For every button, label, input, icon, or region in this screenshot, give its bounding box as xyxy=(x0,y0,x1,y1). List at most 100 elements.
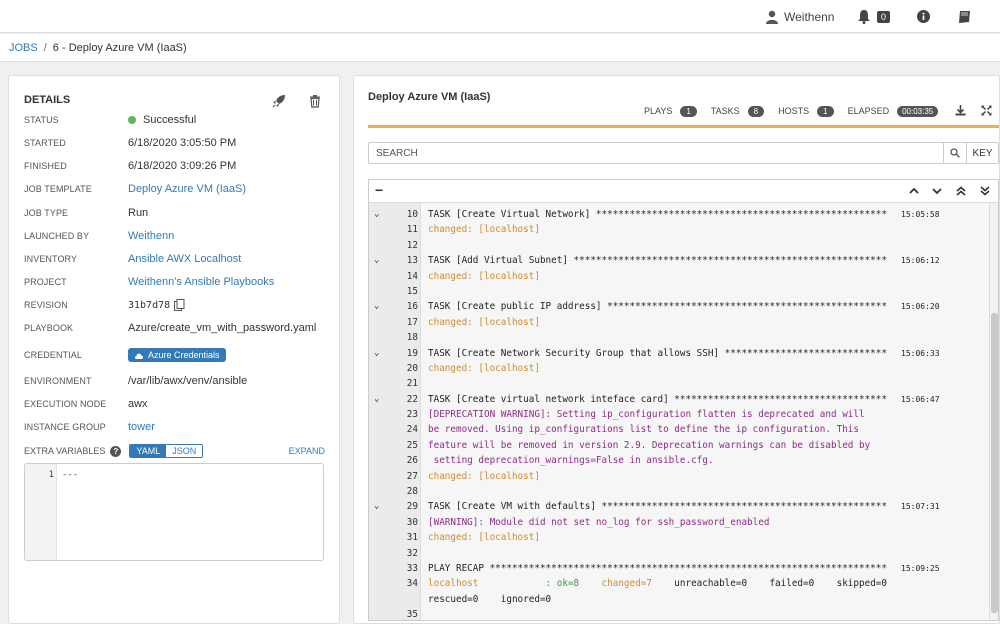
search-input[interactable]: SEARCH xyxy=(368,142,944,164)
output-line: ⌄ 13 TASK [Add Virtual Subnet] ***********… xyxy=(369,253,989,268)
extra-variables-label: EXTRA VARIABLES xyxy=(24,446,106,456)
project-link[interactable]: Weithenn's Ansible Playbooks xyxy=(128,276,274,288)
detail-credential-row: CREDENTIAL Azure Credentials xyxy=(24,347,334,363)
detail-value: 6/18/2020 3:05:50 PM xyxy=(128,137,237,149)
output-line: 23 [DEPRECATION WARNING]: Setting ip_conf… xyxy=(369,407,989,422)
info-icon xyxy=(917,10,930,23)
credential-tag[interactable]: Azure Credentials xyxy=(128,348,226,362)
detail-launched-by-row: LAUNCHED BY Weithenn xyxy=(24,228,334,244)
yaml-toggle-button[interactable]: YAML xyxy=(130,445,167,457)
breadcrumb-jobs-link[interactable]: JOBS xyxy=(9,42,38,54)
recap-text: localhost : ok=8 changed=7 unreachable=0… xyxy=(428,576,887,591)
chevron-down-icon[interactable] xyxy=(931,186,943,196)
search-icon xyxy=(950,148,960,158)
detail-label: JOB TYPE xyxy=(24,208,69,218)
chevron-up-icon[interactable] xyxy=(908,186,920,196)
key-button[interactable]: KEY xyxy=(966,142,999,164)
help-icon[interactable]: ? xyxy=(110,445,122,457)
line-number: 12 xyxy=(406,239,418,251)
plays-count-badge: 1 xyxy=(680,105,697,117)
line-number: 22 xyxy=(406,393,418,405)
output-line: 18 xyxy=(369,330,989,345)
task-timestamp: 15:06:47 xyxy=(901,394,940,404)
line-text: changed: [localhost] xyxy=(428,470,540,482)
tasks-count-badge: 8 xyxy=(747,105,765,117)
plays-label: PLAYS xyxy=(644,106,673,116)
output-lines: ⌄ 10 TASK [Create Virtual Network] *******… xyxy=(369,207,989,620)
detail-value: Run xyxy=(128,207,149,219)
fold-chevron-icon[interactable]: ⌄ xyxy=(374,299,384,314)
breadcrumb-current: 6 - Deploy Azure VM (IaaS) xyxy=(52,41,187,54)
output-scrollbar[interactable] xyxy=(989,203,998,620)
detail-label: INVENTORY xyxy=(24,254,78,264)
fold-chevron-icon[interactable]: ⌄ xyxy=(374,253,384,268)
user-menu[interactable]: Weithenn xyxy=(766,0,834,33)
output-line: 27 changed: [localhost] xyxy=(369,469,989,484)
detail-label: INSTANCE GROUP xyxy=(24,422,106,432)
delete-trash-icon[interactable] xyxy=(308,94,322,108)
relaunch-rocket-icon[interactable] xyxy=(272,94,286,108)
about-button[interactable] xyxy=(917,0,930,33)
fold-chevron-icon[interactable]: ⌄ xyxy=(374,499,384,514)
documentation-button[interactable] xyxy=(958,0,971,33)
breadcrumb-separator: / xyxy=(43,41,47,54)
detail-finished-row: FINISHED 6/18/2020 3:09:26 PM xyxy=(24,158,334,174)
detail-label: LAUNCHED BY xyxy=(24,231,90,241)
detail-project-row: PROJECT Weithenn's Ansible Playbooks xyxy=(24,274,334,290)
output-line: 35 xyxy=(369,607,989,620)
line-text: be removed. Using ip_configurations list… xyxy=(428,424,859,436)
instance-group-link[interactable]: tower xyxy=(128,421,155,433)
line-number: 31 xyxy=(406,532,418,544)
job-output-panel: Deploy Azure VM (IaaS) PLAYS 1 TASKS 8 H… xyxy=(353,75,1000,624)
line-text: [WARNING]: Module did not set no_log for… xyxy=(428,516,770,528)
fold-chevron-icon[interactable]: ⌄ xyxy=(374,207,384,222)
detail-label: CREDENTIAL xyxy=(24,350,83,360)
output-line: 30 [WARNING]: Module did not set no_log f… xyxy=(369,515,989,530)
line-number: 34 xyxy=(406,578,418,590)
extra-variables-header: EXTRA VARIABLES ? YAML JSON EXPAND xyxy=(24,443,325,459)
detail-status-row: STATUS Successful xyxy=(24,112,334,128)
line-number: 20 xyxy=(406,362,418,374)
fold-chevron-icon[interactable]: ⌄ xyxy=(374,392,384,407)
output-line: 34 localhost : ok=8 changed=7 unreachable… xyxy=(369,576,989,591)
detail-value: 6/18/2020 3:09:26 PM xyxy=(128,160,237,172)
launched-by-link[interactable]: Weithenn xyxy=(128,230,174,242)
notifications-button[interactable]: 0 xyxy=(857,0,891,33)
line-number: 14 xyxy=(406,270,418,282)
line-text: changed: [localhost] xyxy=(428,270,540,282)
fullscreen-icon[interactable] xyxy=(981,105,992,116)
output-line: 32 xyxy=(369,546,989,561)
collapse-all-button[interactable]: − xyxy=(375,182,383,198)
download-icon[interactable] xyxy=(955,105,966,116)
editor-line-number: 1 xyxy=(48,470,54,480)
detail-job-type-row: JOB TYPE Run xyxy=(24,205,334,221)
output-line: ⌄ 29 TASK [Create VM with defaults] ******… xyxy=(369,499,989,514)
json-toggle-button[interactable]: JSON xyxy=(166,445,203,457)
inventory-link[interactable]: Ansible AWX Localhost xyxy=(128,253,241,265)
task-timestamp: 15:05:58 xyxy=(901,210,940,219)
line-number: 18 xyxy=(406,332,418,344)
output-line: ⌄ 16 TASK [Create public IP address] *****… xyxy=(369,299,989,314)
line-number: 33 xyxy=(406,562,418,574)
job-template-link[interactable]: Deploy Azure VM (IaaS) xyxy=(128,183,246,195)
line-text: [DEPRECATION WARNING]: Setting ip_config… xyxy=(428,409,865,421)
scrollbar-thumb[interactable] xyxy=(991,313,998,613)
extra-variables-editor[interactable]: 1 --- xyxy=(24,463,324,561)
double-chevron-up-icon[interactable] xyxy=(955,186,967,196)
double-chevron-down-icon[interactable] xyxy=(979,186,991,196)
search-button[interactable] xyxy=(943,142,967,164)
job-output: − ⌄ 10 TASK [Create Virtual Network] *****… xyxy=(368,179,999,621)
line-number: 30 xyxy=(406,516,418,528)
detail-environment-row: ENVIRONMENT /var/lib/awx/venv/ansible xyxy=(24,373,334,389)
copy-icon[interactable] xyxy=(174,299,185,311)
expand-button[interactable]: EXPAND xyxy=(289,446,325,456)
line-number: 26 xyxy=(406,455,418,467)
output-body: ⌄ 10 TASK [Create Virtual Network] *******… xyxy=(369,203,998,620)
fold-chevron-icon[interactable]: ⌄ xyxy=(374,346,384,361)
line-text: changed: [localhost] xyxy=(428,532,540,544)
detail-label: ENVIRONMENT xyxy=(24,376,92,386)
output-line: 26 setting deprecation_warnings=False in… xyxy=(369,453,989,468)
details-title: DETAILS xyxy=(24,94,71,106)
output-line: 24 be removed. Using ip_configurations li… xyxy=(369,422,989,437)
output-line: 21 xyxy=(369,376,989,391)
